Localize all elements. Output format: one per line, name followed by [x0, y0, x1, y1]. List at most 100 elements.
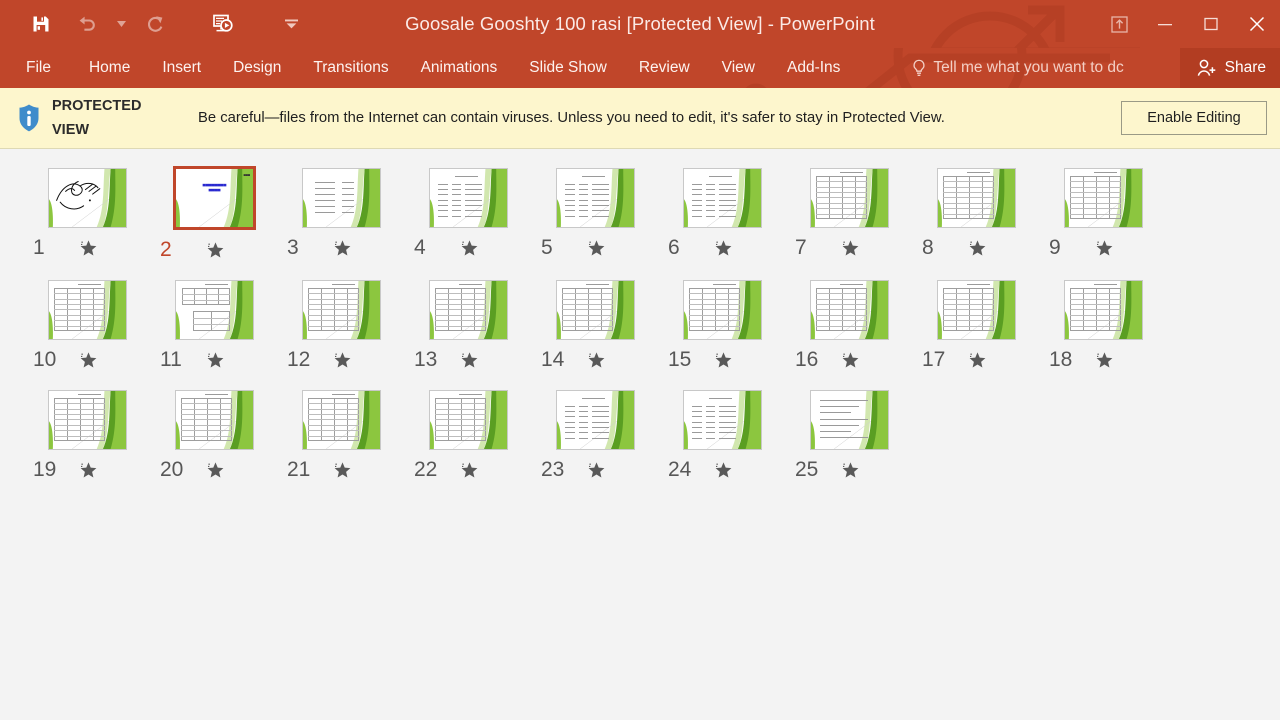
animation-star-icon[interactable] [333, 351, 352, 370]
animation-star-icon[interactable] [206, 461, 225, 480]
slide-thumbnail-cell[interactable]: 24 [659, 383, 786, 481]
slide-thumbnail-cell[interactable]: 22 [405, 383, 532, 481]
slide-thumbnail-cell[interactable]: 8 [913, 161, 1040, 261]
slide-thumbnail[interactable] [429, 168, 508, 228]
animation-star-icon[interactable] [587, 351, 606, 370]
slide-thumbnail[interactable] [1064, 168, 1143, 228]
slide-thumbnail[interactable] [683, 168, 762, 228]
slide-thumbnail[interactable] [1064, 280, 1143, 340]
slide-meta: 16 [786, 349, 913, 371]
slide-thumbnail[interactable] [556, 390, 635, 450]
tab-design[interactable]: Design [217, 48, 297, 88]
slide-thumbnail-cell[interactable]: 14 [532, 273, 659, 371]
slide-thumbnail[interactable] [937, 280, 1016, 340]
animation-star-icon[interactable] [968, 239, 987, 258]
animation-star-icon[interactable] [1095, 351, 1114, 370]
animation-star-icon[interactable] [714, 351, 733, 370]
tab-insert[interactable]: Insert [146, 48, 217, 88]
slide-thumbnail-cell[interactable]: 15 [659, 273, 786, 371]
animation-star-icon[interactable] [587, 239, 606, 258]
tab-add-ins[interactable]: Add-Ins [771, 48, 856, 88]
slide-thumbnail[interactable] [556, 280, 635, 340]
slide-thumbnail[interactable] [302, 390, 381, 450]
ribbon-display-options-button[interactable] [1096, 0, 1142, 48]
animation-star-icon[interactable] [333, 461, 352, 480]
slide-thumbnail[interactable] [429, 390, 508, 450]
slide-thumbnail[interactable] [556, 168, 635, 228]
animation-star-icon[interactable] [79, 461, 98, 480]
animation-star-icon[interactable] [460, 239, 479, 258]
slide-thumbnail[interactable] [810, 280, 889, 340]
slide-thumbnail[interactable] [175, 390, 254, 450]
animation-star-icon[interactable] [333, 239, 352, 258]
slide-thumbnail-cell[interactable]: 19 [24, 383, 151, 481]
slide-thumbnail-cell[interactable]: 17 [913, 273, 1040, 371]
slide-thumbnail-cell[interactable]: 3 [278, 161, 405, 261]
animation-star-icon[interactable] [714, 239, 733, 258]
tab-slide-show[interactable]: Slide Show [513, 48, 623, 88]
tab-view[interactable]: View [706, 48, 771, 88]
animation-star-icon[interactable] [460, 461, 479, 480]
tab-home[interactable]: Home [73, 48, 146, 88]
start-from-beginning-button[interactable] [200, 4, 246, 44]
slide-thumbnail-cell[interactable]: 9 [1040, 161, 1167, 261]
animation-star-icon[interactable] [460, 351, 479, 370]
enable-editing-button[interactable]: Enable Editing [1121, 101, 1267, 135]
slide-thumbnail-cell[interactable]: 23 [532, 383, 659, 481]
slide-thumbnail-cell[interactable]: 10 [24, 273, 151, 371]
slide-thumbnail[interactable] [48, 390, 127, 450]
slide-thumbnail[interactable] [683, 280, 762, 340]
tab-transitions[interactable]: Transitions [297, 48, 404, 88]
animation-star-icon[interactable] [968, 351, 987, 370]
redo-button[interactable] [132, 4, 178, 44]
tab-animations[interactable]: Animations [405, 48, 514, 88]
tab-file[interactable]: File [0, 48, 73, 88]
animation-star-icon[interactable] [79, 351, 98, 370]
slide-thumbnail[interactable] [683, 390, 762, 450]
slide-thumbnail-cell[interactable]: 1 [24, 161, 151, 261]
animation-star-icon[interactable] [206, 241, 225, 260]
tab-review[interactable]: Review [623, 48, 706, 88]
slide-thumbnail[interactable] [48, 168, 127, 228]
slide-thumbnail-cell[interactable]: 6 [659, 161, 786, 261]
slide-thumbnail[interactable] [48, 280, 127, 340]
slide-thumbnail-cell[interactable]: 12 [278, 273, 405, 371]
slide-thumbnail[interactable]: ▄▄▄▄▄▄▄▄ ▄▄▄▄ ▄▄▄ [173, 166, 256, 230]
chevron-down-icon [284, 19, 298, 29]
animation-star-icon[interactable] [841, 461, 860, 480]
slide-thumbnail[interactable] [937, 168, 1016, 228]
slide-thumbnail-cell[interactable]: 21 [278, 383, 405, 481]
customize-quick-access-toolbar-button[interactable] [274, 4, 308, 44]
slide-thumbnail[interactable] [810, 390, 889, 450]
slide-thumbnail-cell[interactable]: 20 [151, 383, 278, 481]
slide-thumbnail-cell[interactable]: ▄▄▄▄▄▄▄▄ ▄▄▄▄ ▄▄▄ 2 [151, 161, 278, 261]
slide-thumbnail-cell[interactable]: 18 [1040, 273, 1167, 371]
animation-star-icon[interactable] [206, 351, 225, 370]
slide-thumbnail-cell[interactable]: 7 [786, 161, 913, 261]
undo-button[interactable] [64, 4, 110, 44]
minimize-button[interactable] [1142, 0, 1188, 48]
slide-thumbnail-cell[interactable]: 13 [405, 273, 532, 371]
animation-star-icon[interactable] [714, 461, 733, 480]
tell-me-search[interactable]: Tell me what you want to dc [912, 48, 1124, 88]
slide-thumbnail[interactable] [175, 280, 254, 340]
share-button[interactable]: Share [1179, 48, 1280, 88]
slide-thumbnail-cell[interactable]: 11 [151, 273, 278, 371]
animation-star-icon[interactable] [1095, 239, 1114, 258]
slide-thumbnail-cell[interactable]: 16 [786, 273, 913, 371]
animation-star-icon[interactable] [841, 239, 860, 258]
slide-thumbnail[interactable] [302, 280, 381, 340]
slide-thumbnail-cell[interactable]: 4 [405, 161, 532, 261]
undo-dropdown-button[interactable] [110, 4, 132, 44]
slide-thumbnail[interactable] [302, 168, 381, 228]
save-button[interactable] [18, 4, 64, 44]
slide-thumbnail-cell[interactable]: 5 [532, 161, 659, 261]
close-button[interactable] [1234, 0, 1280, 48]
animation-star-icon[interactable] [841, 351, 860, 370]
slide-thumbnail[interactable] [810, 168, 889, 228]
restore-button[interactable] [1188, 0, 1234, 48]
animation-star-icon[interactable] [587, 461, 606, 480]
slide-thumbnail[interactable] [429, 280, 508, 340]
animation-star-icon[interactable] [79, 239, 98, 258]
slide-thumbnail-cell[interactable]: 25 [786, 383, 913, 481]
